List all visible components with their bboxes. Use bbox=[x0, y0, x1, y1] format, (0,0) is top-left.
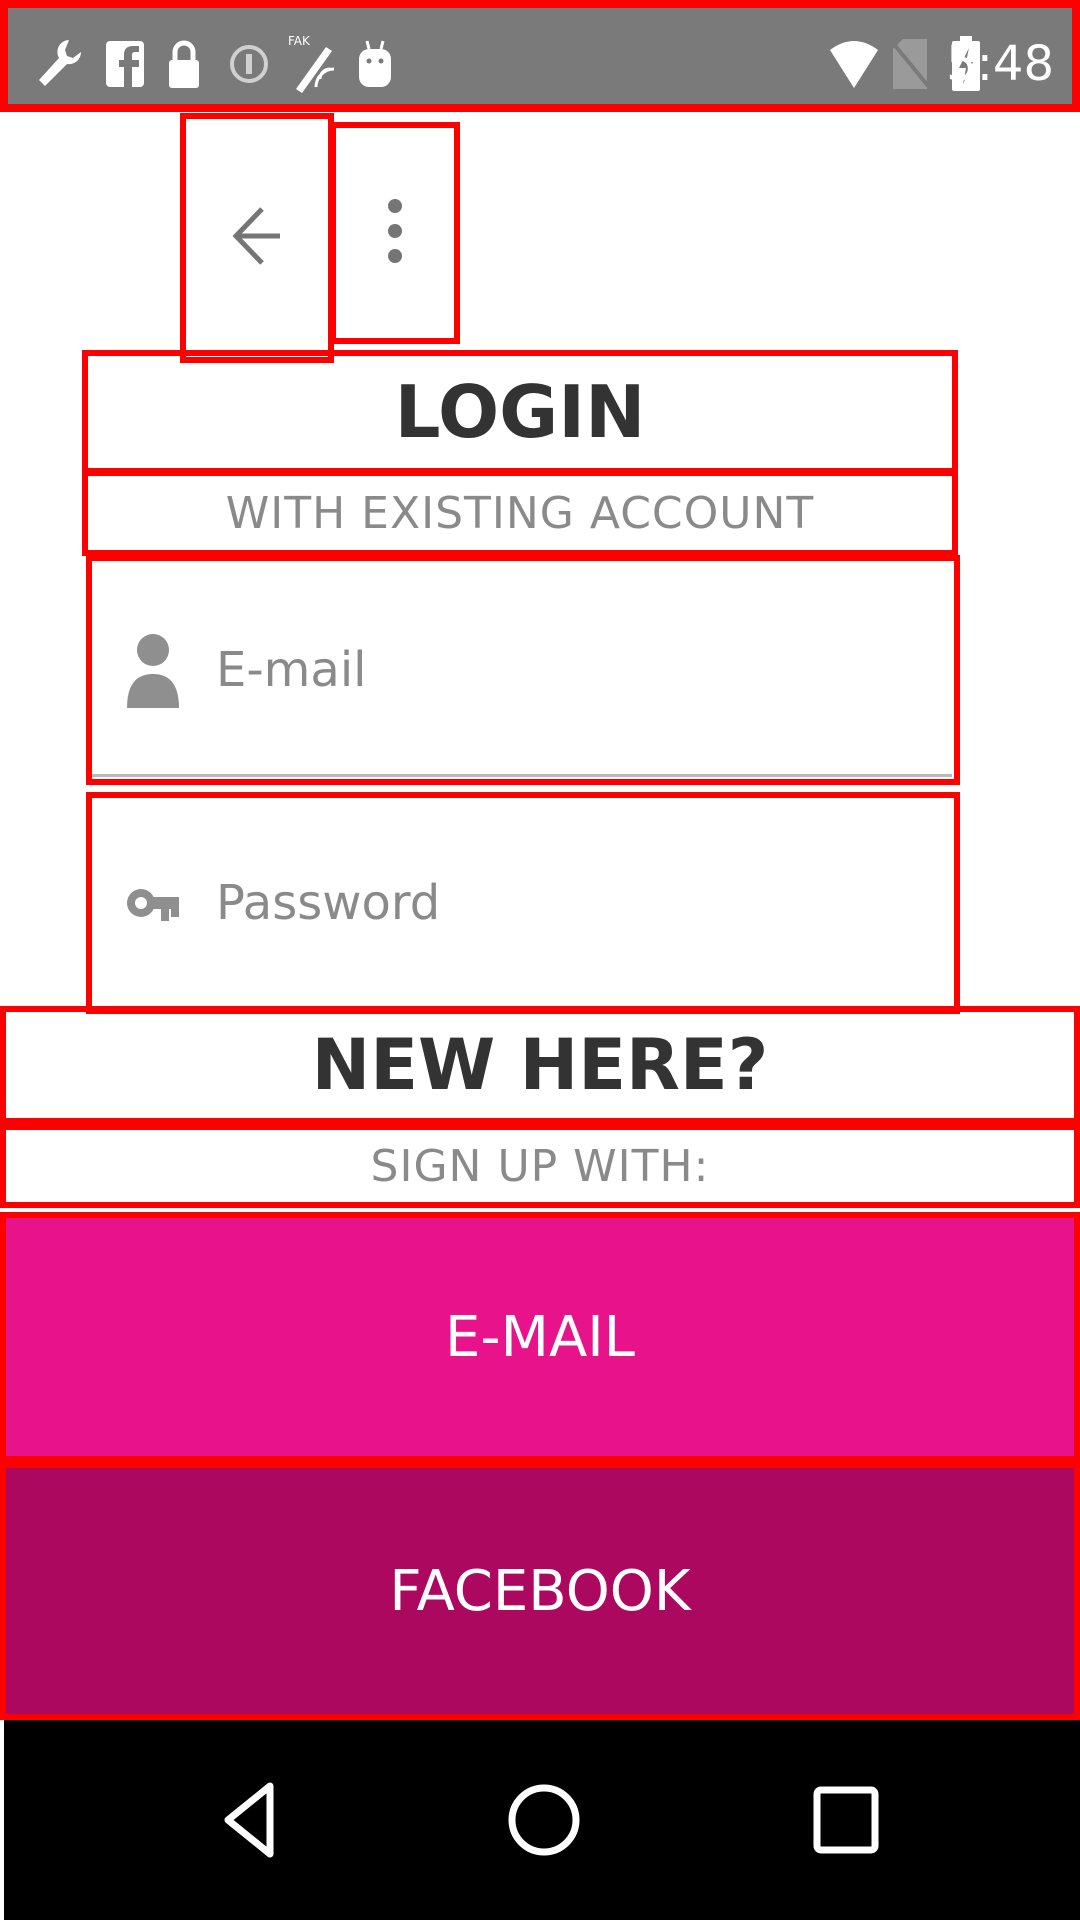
fake-gps-icon: FAK bbox=[286, 34, 338, 94]
lock-icon bbox=[164, 34, 204, 94]
nav-home-icon[interactable] bbox=[484, 1760, 604, 1880]
email-underline bbox=[92, 774, 952, 777]
arrow-left-icon bbox=[232, 205, 282, 271]
person-icon bbox=[112, 629, 194, 711]
email-field[interactable]: E-mail bbox=[86, 555, 960, 785]
nav-back-icon[interactable] bbox=[190, 1760, 310, 1880]
new-here-title: NEW HERE? bbox=[0, 1006, 1080, 1124]
wifi-icon bbox=[828, 34, 880, 94]
no-sim-icon bbox=[888, 34, 934, 94]
svg-text:FAK: FAK bbox=[288, 34, 311, 48]
facebook-signup-button[interactable]: FACEBOOK bbox=[0, 1462, 1080, 1720]
email-signup-button[interactable]: E-MAIL bbox=[0, 1212, 1080, 1462]
status-time: 5:48 bbox=[946, 36, 1054, 92]
status-bar: FAK 5:48 bbox=[0, 0, 1080, 112]
more-vert-icon bbox=[385, 196, 405, 270]
email-placeholder: E-mail bbox=[216, 642, 367, 698]
signup-subtitle: SIGN UP WITH: bbox=[0, 1124, 1080, 1208]
password-placeholder: Password bbox=[216, 875, 441, 931]
wrench-icon bbox=[30, 34, 86, 94]
nav-recents-icon[interactable] bbox=[786, 1760, 906, 1880]
password-field[interactable]: Password bbox=[86, 792, 960, 1014]
android-icon bbox=[354, 34, 396, 94]
circle-i-icon bbox=[226, 34, 272, 94]
more-options-button[interactable] bbox=[330, 122, 460, 344]
login-subtitle: WITH EXISTING ACCOUNT bbox=[82, 470, 958, 556]
key-icon bbox=[112, 862, 194, 944]
facebook-icon bbox=[100, 34, 150, 94]
navigation-bar bbox=[4, 1720, 1080, 1920]
login-title: LOGIN bbox=[82, 350, 958, 474]
back-button[interactable] bbox=[180, 113, 334, 363]
